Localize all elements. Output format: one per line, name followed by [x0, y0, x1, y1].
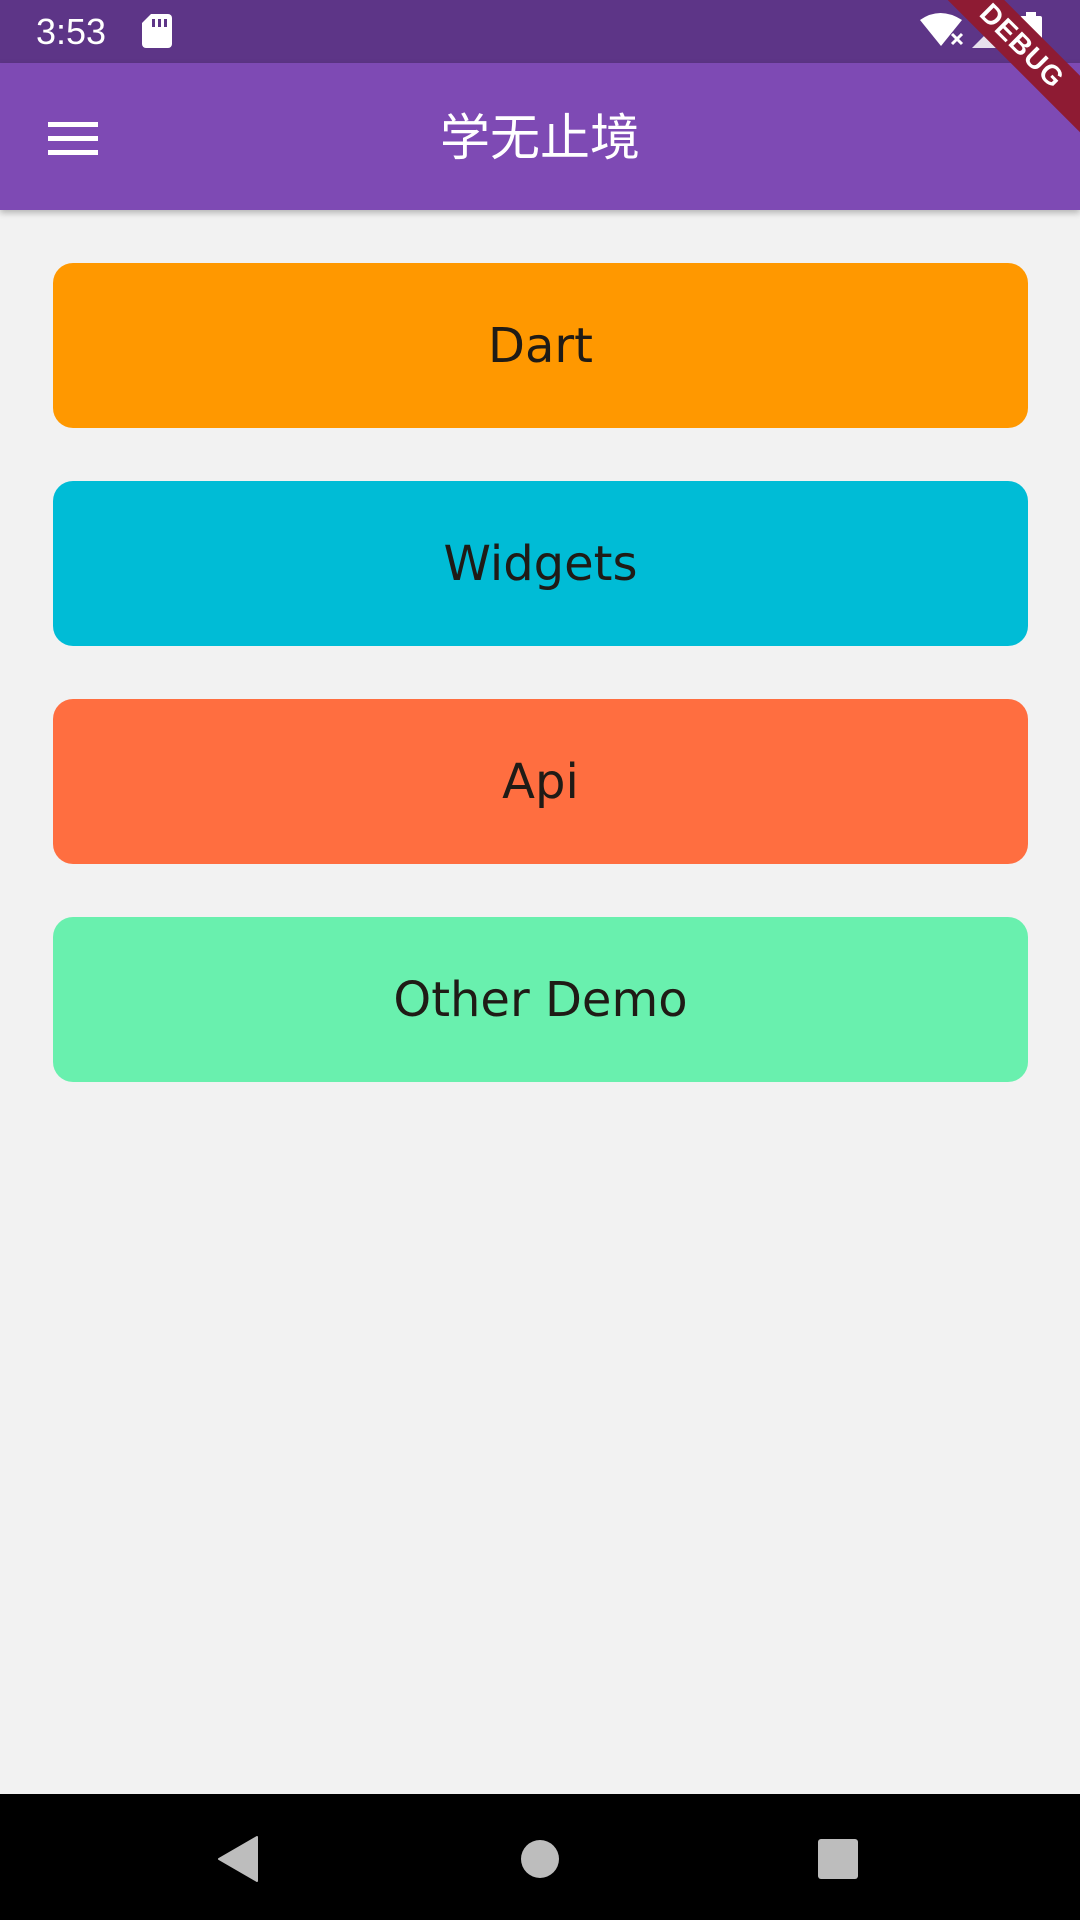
hamburger-menu-icon	[48, 122, 98, 155]
status-time: 3:53	[36, 11, 107, 52]
battery-icon	[1020, 12, 1042, 50]
dart-button[interactable]: Dart	[53, 263, 1028, 428]
status-bar: 3:53	[0, 0, 1080, 63]
other-demo-button[interactable]: Other Demo	[53, 917, 1028, 1082]
wifi-icon	[920, 13, 964, 46]
recents-button[interactable]	[803, 1824, 873, 1894]
home-button[interactable]	[505, 1824, 575, 1894]
back-button[interactable]	[204, 1824, 274, 1894]
recents-icon	[818, 1839, 858, 1879]
back-icon	[218, 1836, 258, 1882]
page-title: 学无止境	[440, 109, 640, 167]
menu-button[interactable]	[36, 103, 110, 173]
sd-card-icon	[142, 14, 172, 48]
widgets-button[interactable]: Widgets	[53, 481, 1028, 646]
signal-icon	[972, 14, 1006, 48]
app-bar: 学无止境	[0, 63, 1080, 210]
system-nav-bar	[0, 1794, 1080, 1920]
api-button[interactable]: Api	[53, 699, 1028, 864]
home-icon	[521, 1840, 559, 1878]
